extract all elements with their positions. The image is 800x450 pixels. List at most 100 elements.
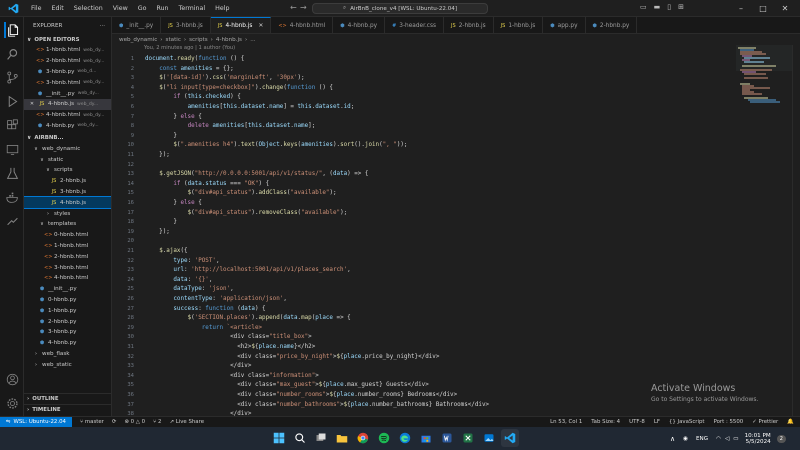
tree-file[interactable]: JS 2-hbnb.js xyxy=(24,176,111,187)
tab-1-hbnb-js[interactable]: JS 1-hbnb.js xyxy=(494,17,544,33)
microsoft-store-icon[interactable] xyxy=(417,429,435,447)
explorer-icon[interactable] xyxy=(4,22,20,38)
open-editor-item[interactable]: <> 2-hbnb.html web_dy... xyxy=(24,56,111,67)
open-editor-item[interactable]: <> 1-hbnb.html web_dy... xyxy=(24,45,111,56)
remote-explorer-icon[interactable] xyxy=(4,141,20,157)
code-line[interactable]: delete amenities[this.dataset.name]; xyxy=(145,123,316,129)
chrome-icon[interactable] xyxy=(354,429,372,447)
tab-2-hbnb-js[interactable]: JS 2-hbnb.js xyxy=(444,17,494,33)
chevron-up-icon[interactable]: ∧ xyxy=(670,435,675,443)
timeline-header[interactable]: › TIMELINE xyxy=(24,404,112,414)
explorer-more-icon[interactable]: ··· xyxy=(100,23,105,29)
language-indicator[interactable]: ENG xyxy=(696,436,708,442)
file-explorer-icon[interactable] xyxy=(333,429,351,447)
tab-4-hbnb-py[interactable]: ⬢ 4-hbnb.py xyxy=(333,17,386,33)
vscode-taskbar-icon[interactable] xyxy=(500,429,519,447)
search-view-icon[interactable] xyxy=(4,46,20,62)
code-line[interactable]: url: 'http://localhost:5001/api/v1/place… xyxy=(145,267,350,273)
menu-item-terminal[interactable]: Terminal xyxy=(174,5,211,12)
code-line[interactable]: <div class="max_guest">${place.max_guest… xyxy=(145,382,429,388)
tree-folder[interactable]: › styles xyxy=(24,208,111,219)
code-line[interactable]: type: 'POST', xyxy=(145,258,219,264)
code-line[interactable]: $("li input[type=checkbox]").change(func… xyxy=(145,85,333,91)
code-line[interactable]: } else { xyxy=(145,200,201,206)
status-item[interactable]: Tab Size: 4 xyxy=(591,419,620,425)
tray-app-icon[interactable]: ◉ xyxy=(683,436,688,442)
accounts-icon[interactable] xyxy=(4,371,20,387)
wifi-icon[interactable]: ◠ xyxy=(716,436,721,442)
status-item[interactable]: UTF-8 xyxy=(629,419,645,425)
code-line[interactable]: $.getJSON("http://0.0.0.0:5001/api/v1/st… xyxy=(145,171,368,177)
toggle-sidebar-icon[interactable]: ▭ xyxy=(640,3,647,11)
tree-folder[interactable]: › web_flask xyxy=(24,349,111,360)
spotify-icon[interactable] xyxy=(375,429,393,447)
toggle-secondary-sidebar-icon[interactable]: ▯ xyxy=(667,3,671,11)
tree-file[interactable]: JS 3-hbnb.js xyxy=(24,187,111,198)
status-item[interactable]: 🔔 xyxy=(787,419,794,425)
tab-4-hbnb-html[interactable]: <> 4-hbnb.html xyxy=(271,17,334,33)
code-line[interactable]: <div class="price_by_night">${place.pric… xyxy=(145,354,439,360)
code-line[interactable]: <div class="title_box"> xyxy=(145,334,312,340)
code-line[interactable]: }); xyxy=(145,152,170,158)
tree-folder[interactable]: ∨ scripts xyxy=(24,165,111,176)
status-item[interactable]: {} JavaScript xyxy=(669,419,705,425)
tree-folder[interactable]: ∨ web_dynamic xyxy=(24,143,111,154)
code-line[interactable]: $('[data-id]').css('marginLeft', '30px')… xyxy=(145,75,304,81)
tab-2-hbnb-py[interactable]: ⬢ 2-hbnb.py xyxy=(586,17,638,33)
editor-scrollbar[interactable] xyxy=(792,45,800,416)
tab-3-hbnb-js[interactable]: JS 3-hbnb.js xyxy=(161,17,211,33)
search-taskbar-icon[interactable] xyxy=(291,429,309,447)
branch-indicator[interactable]: ⑂ master xyxy=(80,419,104,425)
tree-file[interactable]: <> 4-hbnb.html xyxy=(24,273,111,284)
code-line[interactable]: <div class="information"> xyxy=(145,373,319,379)
remote-indicator[interactable]: ⇋ WSL: Ubuntu-22.04 xyxy=(0,416,72,428)
code-line[interactable]: } else { xyxy=(145,114,201,120)
code-line[interactable]: document.ready(function () { xyxy=(145,56,244,62)
menu-item-run[interactable]: Run xyxy=(151,5,173,12)
project-header[interactable]: ∨ AIRBNB... xyxy=(24,133,111,143)
code-line[interactable]: $(".amenities h4").text(Object.keys(amen… xyxy=(145,142,407,148)
notification-badge[interactable]: 2 xyxy=(776,434,786,443)
tree-file[interactable]: <> 0-hbnb.html xyxy=(24,230,111,241)
source-control-icon[interactable] xyxy=(4,69,20,85)
tree-file[interactable]: ⬢ 4-hbnb.py xyxy=(24,338,111,349)
tab-3-header-css[interactable]: #3-header.css xyxy=(385,17,445,33)
status-item[interactable]: Ln 53, Col 1 xyxy=(550,419,582,425)
code-line[interactable]: amenities[this.dataset.name] = this.data… xyxy=(145,104,355,110)
minimap[interactable] xyxy=(736,45,792,416)
code-line[interactable]: return `<article> xyxy=(145,325,262,331)
breadcrumb-item[interactable]: ... xyxy=(250,37,255,43)
open-editor-item[interactable]: <> 3-hbnb.html web_dy... xyxy=(24,77,111,88)
breadcrumb-item[interactable]: 4-hbnb.js xyxy=(216,37,242,43)
open-editor-item[interactable]: ⬢ 4-hbnb.py web_dy... xyxy=(24,121,111,132)
toggle-panel-icon[interactable]: ▬ xyxy=(654,3,661,11)
tree-file[interactable]: ⬢ 1-hbnb.py xyxy=(24,305,111,316)
tree-file[interactable]: ⬢ 0-hbnb.py xyxy=(24,295,111,306)
sync-icon[interactable]: ⟳ xyxy=(112,419,117,425)
menu-item-file[interactable]: File xyxy=(26,5,47,12)
code-line[interactable]: data: '{}', xyxy=(145,277,212,283)
live-share-icon[interactable] xyxy=(4,213,20,229)
docker-icon[interactable] xyxy=(4,189,20,205)
minimize-icon[interactable]: – xyxy=(730,0,752,17)
run-debug-icon[interactable] xyxy=(4,93,20,109)
breadcrumb-item[interactable]: scripts xyxy=(189,37,208,43)
code-line[interactable]: dataType: 'json', xyxy=(145,286,233,292)
code-line[interactable]: $("div#api_status").addClass("available"… xyxy=(145,190,337,196)
code-line[interactable]: <h2>${place.name}</h2> xyxy=(145,344,315,350)
tab-app-py[interactable]: ⬢ app.py xyxy=(543,17,586,33)
code-line[interactable]: const amenities = {}; xyxy=(145,66,233,72)
tab-4-hbnb-js[interactable]: JS 4-hbnb.js ✕ xyxy=(210,17,272,33)
windows-start-icon[interactable] xyxy=(270,429,288,447)
battery-icon[interactable]: ▭ xyxy=(733,436,738,442)
tree-folder[interactable]: ∨ templates xyxy=(24,219,111,230)
outline-header[interactable]: › OUTLINE xyxy=(24,393,112,403)
breadcrumb-item[interactable]: static xyxy=(166,37,181,43)
extensions-icon[interactable] xyxy=(4,117,20,133)
menu-item-go[interactable]: Go xyxy=(133,5,152,12)
problems-indicator[interactable]: ⊗ 0 △ 0 xyxy=(124,419,145,425)
menu-item-edit[interactable]: Edit xyxy=(47,5,69,12)
open-editor-item[interactable]: ⬢ __init__.py web_dy... xyxy=(24,88,111,99)
close-icon[interactable]: ✕ xyxy=(28,101,36,107)
status-item[interactable]: ✓ Prettier xyxy=(752,419,778,425)
